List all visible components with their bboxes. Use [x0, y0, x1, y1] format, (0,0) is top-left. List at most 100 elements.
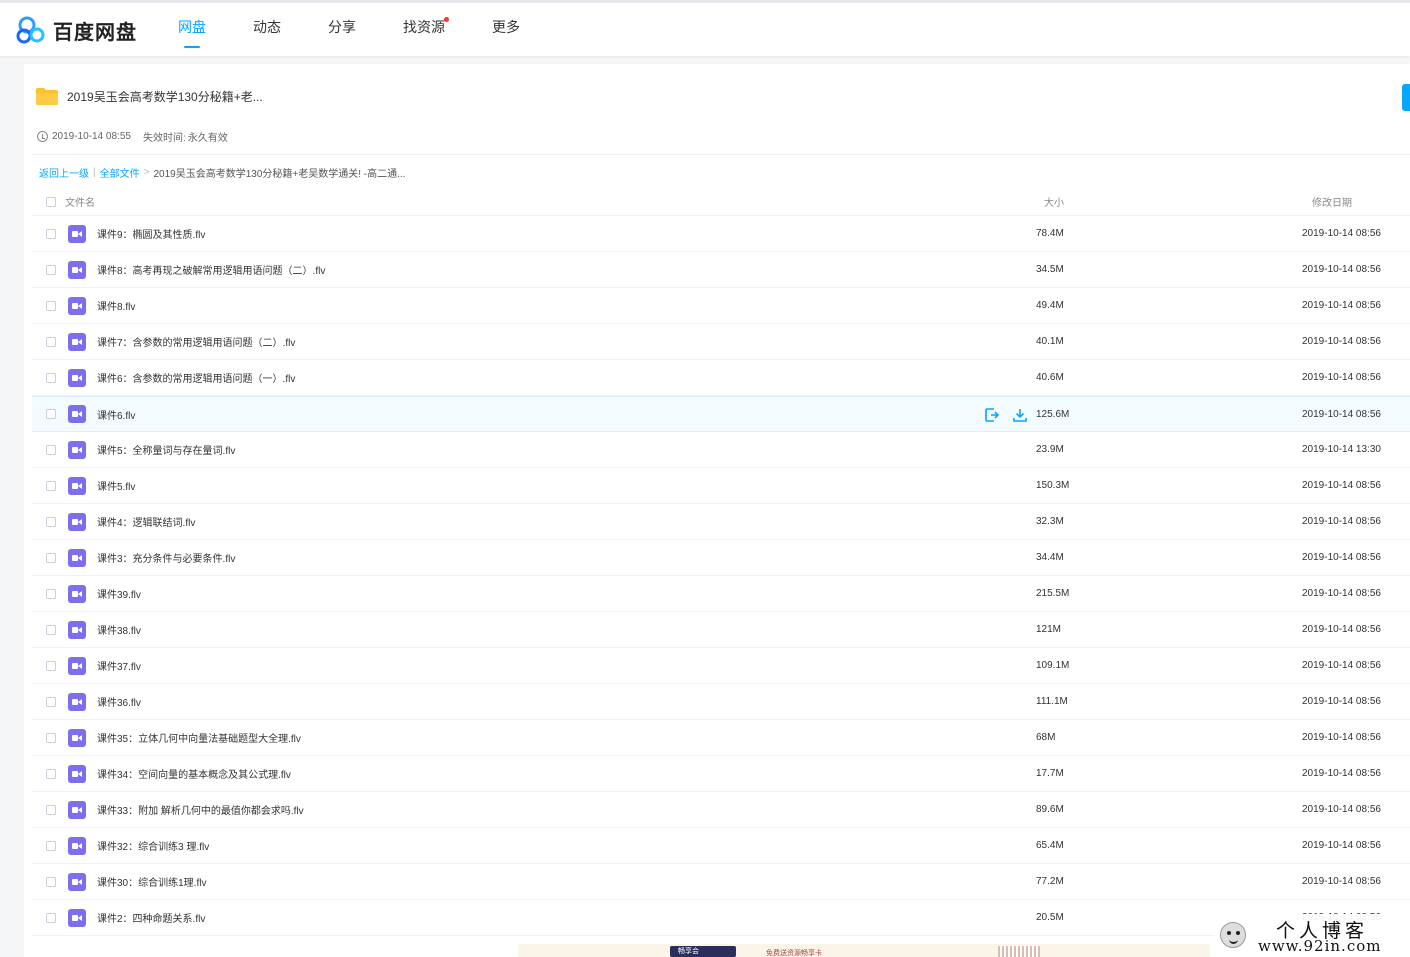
table-row[interactable]: 课件38.flv 121M 2019-10-14 08:56: [32, 612, 1410, 648]
table-row[interactable]: 课件8.flv 49.4M 2019-10-14 08:56: [32, 288, 1410, 324]
row-checkbox[interactable]: [46, 480, 56, 491]
table-row[interactable]: 课件7：含参数的常用逻辑用语问题（二）.flv 40.1M 2019-10-14 0…: [32, 324, 1410, 360]
row-checkbox[interactable]: [46, 336, 56, 347]
video-file-icon: [68, 548, 86, 567]
row-checkbox[interactable]: [46, 804, 56, 815]
file-name-link[interactable]: 课件7：含参数的常用逻辑用语问题（二）.flv: [97, 334, 295, 349]
file-size: 34.5M: [1036, 264, 1064, 275]
qr-code-image: [998, 946, 1040, 957]
nav-item-netdisk[interactable]: 网盘: [160, 3, 224, 56]
table-row[interactable]: 课件37.flv 109.1M 2019-10-14 08:56: [32, 648, 1410, 684]
file-name-link[interactable]: 课件8.flv: [97, 298, 135, 313]
row-checkbox[interactable]: [46, 912, 56, 923]
select-all-checkbox[interactable]: [46, 196, 56, 207]
file-name-link[interactable]: 课件34：空间向量的基本概念及其公式理.flv: [97, 766, 291, 781]
file-name-link[interactable]: 课件39.flv: [97, 586, 141, 601]
nav-label: 网盘: [178, 19, 206, 35]
table-row[interactable]: 课件33：附加 解析几何中的最值你都会求吗.flv 89.6M 2019-10-14…: [32, 792, 1410, 828]
file-name-link[interactable]: 课件35：立体几何中向量法基础题型大全理.flv: [97, 730, 301, 745]
nav-item-more[interactable]: 更多: [474, 3, 538, 56]
file-name-link[interactable]: 课件30：综合训练1理.flv: [97, 874, 206, 889]
side-float-tab[interactable]: [1402, 84, 1410, 111]
row-actions: [984, 407, 1028, 423]
file-name-link[interactable]: 课件37.flv: [97, 658, 141, 673]
table-row[interactable]: 课件5：全称量词与存在量词.flv 23.9M 2019-10-14 13:30: [32, 432, 1410, 468]
row-checkbox[interactable]: [46, 696, 56, 707]
table-row[interactable]: 课件5.flv 150.3M 2019-10-14 08:56: [32, 468, 1410, 504]
file-name-link[interactable]: 课件4：逻辑联结词.flv: [97, 514, 195, 529]
header-divider: [32, 154, 1410, 155]
table-row[interactable]: 课件8：高考再现之破解常用逻辑用语问题（二）.flv 34.5M 2019-10-1…: [32, 252, 1410, 288]
table-row[interactable]: 课件4：逻辑联结词.flv 32.3M 2019-10-14 08:56: [32, 504, 1410, 540]
file-name-link[interactable]: 课件6.flv: [97, 407, 135, 422]
table-row[interactable]: 课件30：综合训练1理.flv 77.2M 2019-10-14 08:56: [32, 864, 1410, 900]
row-checkbox[interactable]: [46, 768, 56, 779]
file-modified-date: 2019-10-14 08:56: [1302, 624, 1381, 635]
column-header-size[interactable]: 大小: [1044, 194, 1064, 209]
save-to-netdisk-icon[interactable]: [984, 407, 1000, 423]
table-row[interactable]: 课件6：含参数的常用逻辑用语问题（一）.flv 40.6M 2019-10-14 0…: [32, 360, 1410, 396]
table-row[interactable]: 课件35：立体几何中向量法基础题型大全理.flv 68M 2019-10-14 08…: [32, 720, 1410, 756]
file-name-link[interactable]: 课件8：高考再现之破解常用逻辑用语问题（二）.flv: [97, 262, 325, 277]
table-row[interactable]: 课件32：综合训练3 理.flv 65.4M 2019-10-14 08:56: [32, 828, 1410, 864]
row-checkbox[interactable]: [46, 409, 56, 419]
blog-watermark: 个人博客 www.92in.com: [1214, 914, 1410, 957]
video-file-icon: [68, 872, 86, 891]
table-row[interactable]: 课件3：充分条件与必要条件.flv 34.4M 2019-10-14 08:56: [32, 540, 1410, 576]
row-checkbox[interactable]: [46, 876, 56, 887]
file-name-link[interactable]: 课件2：四种命题关系.flv: [97, 910, 205, 925]
column-header-date[interactable]: 修改日期: [1312, 194, 1352, 209]
file-size: 109.1M: [1036, 660, 1070, 671]
file-modified-date: 2019-10-14 08:56: [1302, 300, 1381, 311]
row-checkbox[interactable]: [46, 228, 56, 239]
file-size: 89.6M: [1036, 804, 1064, 815]
row-checkbox[interactable]: [46, 588, 56, 599]
nav-item-share[interactable]: 分享: [310, 3, 374, 56]
file-name-link[interactable]: 课件3：充分条件与必要条件.flv: [97, 550, 235, 565]
bottom-ad-banner[interactable]: 畅享会 免费送资源畅享卡: [518, 944, 1210, 957]
table-row[interactable]: 课件39.flv 215.5M 2019-10-14 08:56: [32, 576, 1410, 612]
row-checkbox[interactable]: [46, 372, 56, 383]
file-name-link[interactable]: 课件5.flv: [97, 478, 135, 493]
video-file-icon: [68, 620, 86, 639]
file-modified-date: 2019-10-14 08:56: [1302, 804, 1381, 815]
row-checkbox[interactable]: [46, 732, 56, 743]
download-icon[interactable]: [1012, 407, 1028, 423]
file-name-link[interactable]: 课件33：附加 解析几何中的最值你都会求吗.flv: [97, 802, 304, 817]
table-row[interactable]: 课件34：空间向量的基本概念及其公式理.flv 17.7M 2019-10-14 0…: [32, 756, 1410, 792]
table-row[interactable]: 课件6.flv 125.6M 2019-10-14 08:56: [32, 396, 1410, 432]
file-table: 文件名 大小 修改日期 课件9：椭圆及其性质.flv 78.4M 2019-10-1…: [32, 188, 1410, 936]
nav-item-activity[interactable]: 动态: [235, 3, 299, 56]
file-modified-date: 2019-10-14 08:56: [1302, 336, 1381, 347]
row-checkbox[interactable]: [46, 300, 56, 311]
row-checkbox[interactable]: [46, 516, 56, 527]
baidu-netdisk-logo[interactable]: 百度网盘: [15, 15, 137, 45]
share-content-panel: 2019吴玉会高考数学130分秘籍+老... 2019-10-14 08:55 …: [24, 64, 1410, 957]
table-row[interactable]: 课件9：椭圆及其性质.flv 78.4M 2019-10-14 08:56: [32, 216, 1410, 252]
file-name-link[interactable]: 课件5：全称量词与存在量词.flv: [97, 442, 235, 457]
nav-item-find-resources[interactable]: 找资源: [385, 3, 463, 56]
file-name-link[interactable]: 课件36.flv: [97, 694, 141, 709]
file-modified-date: 2019-10-14 08:56: [1302, 732, 1381, 743]
file-name-link[interactable]: 课件9：椭圆及其性质.flv: [97, 226, 205, 241]
table-row[interactable]: 课件36.flv 111.1M 2019-10-14 08:56: [32, 684, 1410, 720]
table-row[interactable]: 课件2：四种命题关系.flv20.5M2019-10-14 08:56: [32, 900, 1410, 936]
breadcrumb-back-link[interactable]: 返回上一级: [39, 165, 89, 180]
breadcrumb-all-files-link[interactable]: 全部文件: [100, 165, 140, 180]
nav-label: 找资源: [403, 19, 445, 35]
row-checkbox[interactable]: [46, 840, 56, 851]
table-header: 文件名 大小 修改日期: [32, 188, 1410, 216]
file-size: 121M: [1036, 624, 1062, 635]
row-checkbox[interactable]: [46, 552, 56, 563]
row-checkbox[interactable]: [46, 264, 56, 275]
file-name-link[interactable]: 课件6：含参数的常用逻辑用语问题（一）.flv: [97, 370, 295, 385]
file-name-link[interactable]: 课件32：综合训练3 理.flv: [97, 838, 209, 853]
ad-button[interactable]: 畅享会: [670, 946, 736, 957]
main-nav: 网盘 动态 分享 找资源 更多: [160, 3, 549, 56]
row-checkbox[interactable]: [46, 444, 56, 455]
file-size: 111.1M: [1036, 696, 1068, 707]
row-checkbox[interactable]: [46, 660, 56, 671]
row-checkbox[interactable]: [46, 624, 56, 635]
column-header-name[interactable]: 文件名: [65, 194, 95, 209]
file-name-link[interactable]: 课件38.flv: [97, 622, 141, 637]
